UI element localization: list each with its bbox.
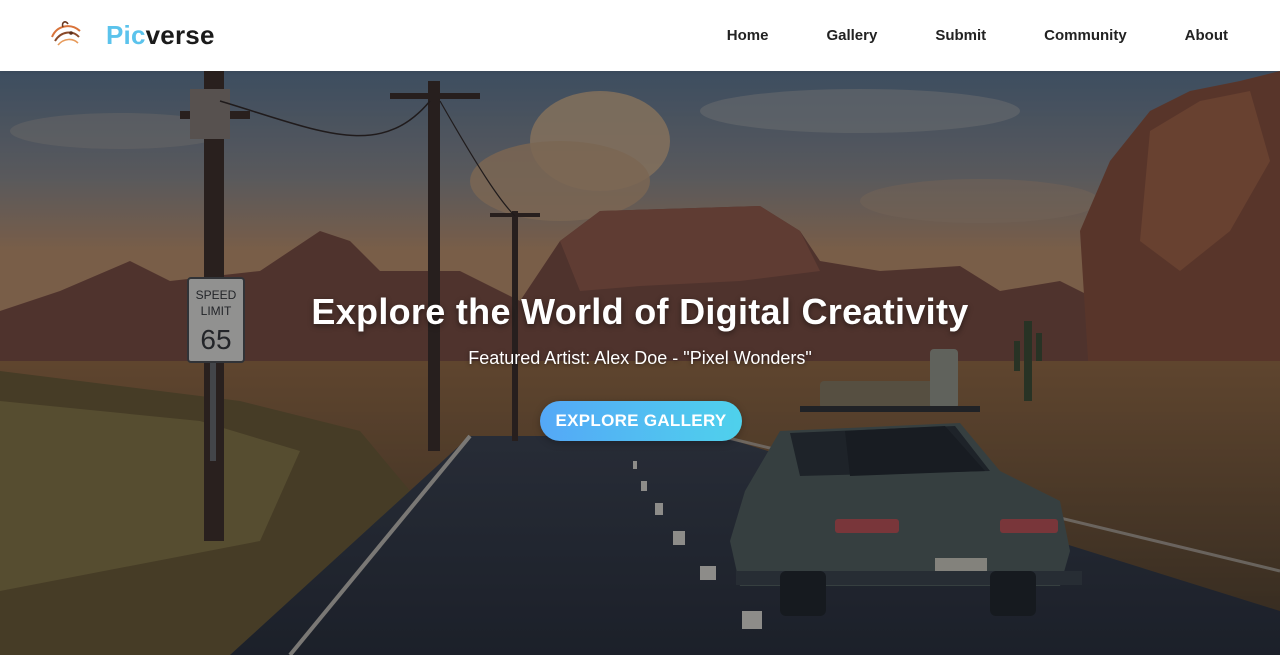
featured-artist-text: Featured Artist: Alex Doe - "Pixel Wonde…: [468, 348, 812, 368]
nav-about[interactable]: About: [1185, 26, 1228, 46]
bird-logo-icon[interactable]: [49, 19, 83, 51]
nav-submit[interactable]: Submit: [935, 26, 986, 46]
brand-part-pic: Pic: [106, 20, 146, 50]
nav-home[interactable]: Home: [727, 26, 769, 46]
site-header: Picverse Home Gallery Submit Community A…: [0, 0, 1280, 71]
main-nav: Home Gallery Submit Community About: [727, 0, 1228, 71]
hero-title: Explore the World of Digital Creativity: [311, 291, 969, 332]
explore-gallery-button[interactable]: EXPLORE GALLERY: [540, 401, 742, 441]
nav-gallery[interactable]: Gallery: [826, 26, 877, 46]
hero-section: SPEED LIMIT 65 Explore the World of Digi…: [0, 71, 1280, 655]
nav-community[interactable]: Community: [1044, 26, 1127, 46]
brand-part-verse: verse: [145, 20, 215, 50]
brand-logo[interactable]: Picverse: [106, 19, 215, 51]
